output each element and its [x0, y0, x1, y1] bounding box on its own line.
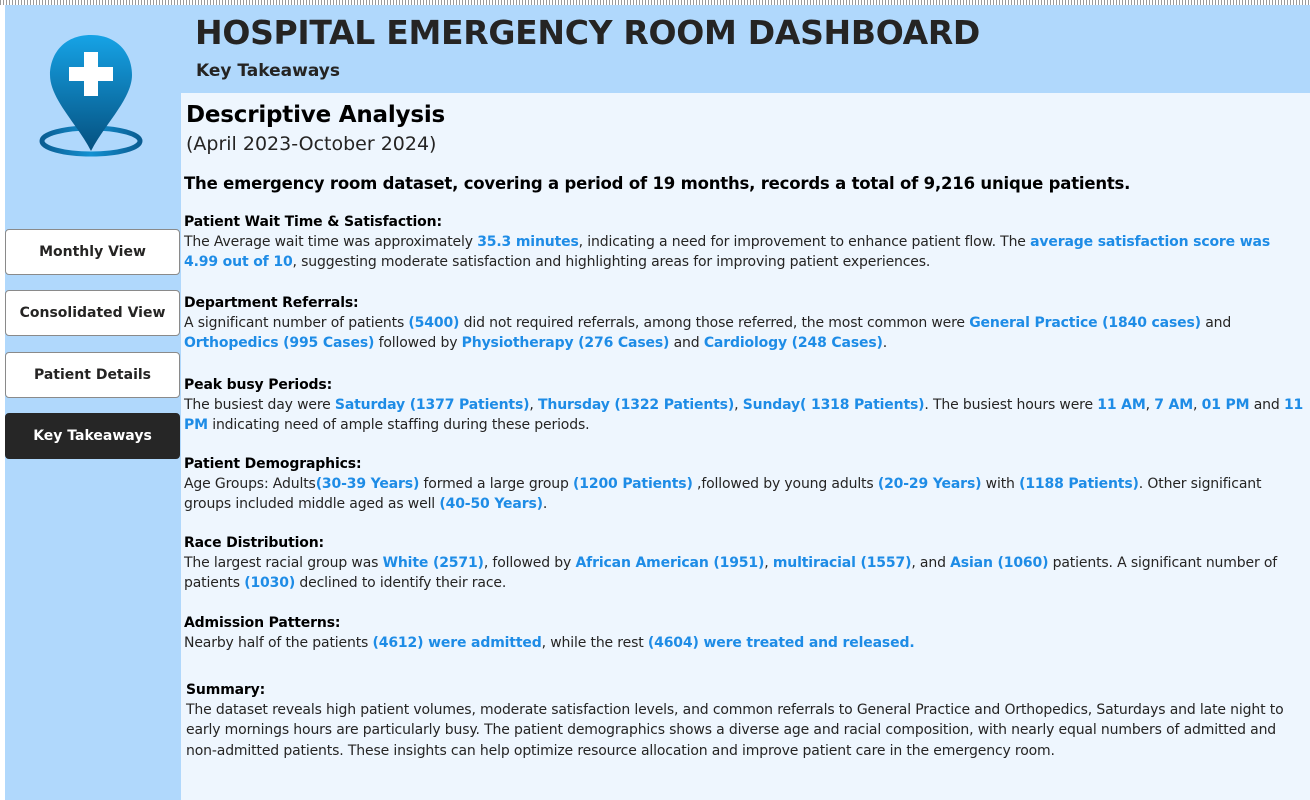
paragraph-text: ,followed by young adults [692, 476, 878, 492]
paragraph-text: . [882, 335, 888, 352]
highlighted-value: (30-39 Years) [315, 476, 420, 492]
page-subtitle: Key Takeaways [196, 61, 340, 81]
takeaway-paragraph: The Average wait time was approximately … [184, 232, 1304, 273]
takeaway-block: Peak busy Periods: The busiest day were S… [184, 375, 1304, 436]
highlighted-value: (4604) were treated and released. [647, 635, 915, 651]
takeaway-heading: Patient Wait Time & Satisfaction: [184, 214, 442, 230]
highlighted-value: (5400) [408, 315, 460, 331]
paragraph-text: , [1193, 397, 1202, 413]
nav-button-monthly-view[interactable]: Monthly View [5, 229, 180, 275]
paragraph-text: , [764, 555, 773, 571]
paragraph-text: indicating need of ample staffing during… [207, 417, 590, 434]
highlighted-value: (1200 Patients) [573, 476, 693, 492]
nav-button-patient-details[interactable]: Patient Details [5, 352, 180, 398]
paragraph-text: The Average wait time was approximately [184, 234, 478, 250]
nav-button-consolidated-view[interactable]: Consolidated View [5, 290, 180, 336]
takeaway-block: Race Distribution: The largest racial gro… [184, 533, 1304, 594]
highlighted-value: (1188 Patients) [1019, 476, 1139, 492]
highlighted-value: 7 AM [1154, 397, 1194, 413]
takeaway-paragraph: The busiest day were Saturday (1377 Pati… [184, 395, 1304, 436]
paragraph-text: A significant number of patients [184, 315, 409, 331]
paragraph-text: , [529, 397, 538, 413]
highlighted-value: 11 AM [1097, 397, 1146, 413]
paragraph-text: with [981, 476, 1020, 492]
highlighted-value: (4612) were admitted [372, 635, 542, 651]
nav-button-key-takeaways[interactable]: Key Takeaways [5, 413, 180, 459]
takeaway-block: Patient Wait Time & Satisfaction: The Ave… [184, 212, 1304, 273]
highlighted-value: (20-29 Years) [877, 476, 982, 492]
sidebar: Monthly View Consolidated View Patient Det… [5, 5, 181, 800]
paragraph-text: , followed by [483, 555, 576, 571]
paragraph-text: Age Groups: Adults [184, 476, 316, 492]
highlighted-value: Physiotherapy (276 Cases) [461, 335, 670, 352]
highlighted-value: Thursday (1322 Patients) [538, 397, 735, 413]
takeaway-paragraph: Age Groups: Adults(30-39 Years) formed a… [184, 474, 1304, 515]
highlighted-value: White (2571) [382, 555, 484, 571]
date-period: (April 2023-October 2024) [186, 133, 437, 155]
highlighted-value: Cardiology (248 Cases) [703, 335, 883, 352]
takeaway-block: Patient Demographics: Age Groups: Adults(… [184, 454, 1304, 515]
highlighted-value: Asian (1060) [950, 555, 1049, 571]
takeaway-heading: Department Referrals: [184, 295, 359, 311]
paragraph-text: , and [911, 555, 951, 571]
takeaway-paragraph: The largest racial group was White (2571… [184, 553, 1304, 594]
paragraph-text: , indicating a need for improvement to e… [578, 234, 1031, 250]
paragraph-text: , [1145, 397, 1155, 413]
paragraph-text: . The busiest hours were [924, 397, 1098, 413]
highlighted-value: Saturday (1377 Patients) [334, 397, 530, 413]
section-title: Descriptive Analysis [186, 102, 446, 128]
takeaway-paragraph: A significant number of patients (5400) … [184, 313, 1304, 354]
paragraph-text: , [734, 397, 743, 413]
intro-text: The emergency room dataset, covering a p… [184, 174, 1131, 193]
paragraph-text: Nearby half of the patients [184, 635, 373, 651]
highlighted-value: Sunday( 1318 Patients) [742, 397, 925, 413]
paragraph-text: and [1249, 397, 1284, 413]
highlighted-value: multiracial (1557) [772, 555, 912, 571]
highlighted-value: African American (1951) [575, 555, 765, 571]
content-panel: Descriptive Analysis (April 2023-October… [181, 93, 1310, 800]
takeaway-heading: Peak busy Periods: [184, 377, 333, 393]
highlighted-value: Orthopedics (995 Cases) [184, 335, 375, 352]
paragraph-text: , while the rest [541, 635, 648, 651]
takeaway-block: Summary: The dataset reveals high patient… [186, 680, 1306, 761]
paragraph-text: The dataset reveals high patient volumes… [186, 702, 1284, 759]
page-title: HOSPITAL EMERGENCY ROOM DASHBOARD [195, 13, 981, 52]
highlighted-value: (40-50 Years) [439, 496, 543, 513]
paragraph-text: The largest racial group was [184, 555, 383, 571]
highlighted-value: (1030) [244, 575, 296, 592]
highlighted-value: 35.3 minutes [477, 234, 579, 250]
paragraph-text: and [669, 335, 704, 352]
takeaway-block: Department Referrals: A significant numbe… [184, 293, 1304, 354]
takeaway-heading: Admission Patterns: [184, 615, 341, 631]
paragraph-text: formed a large group [419, 476, 574, 492]
paragraph-text: The busiest day were [184, 397, 335, 413]
paragraph-text: and [1200, 315, 1232, 331]
paragraph-text: . [542, 496, 548, 513]
paragraph-text: declined to identify their race. [295, 575, 507, 592]
paragraph-text: , suggesting moderate satisfaction and h… [292, 254, 931, 271]
paragraph-text: did not required referrals, among those … [459, 315, 970, 331]
highlighted-value: 01 PM [1201, 397, 1250, 413]
highlighted-value: General Practice (1840 cases) [969, 315, 1201, 331]
takeaway-heading: Patient Demographics: [184, 456, 362, 472]
takeaway-heading: Summary: [186, 682, 266, 698]
hospital-location-pin-icon [39, 35, 143, 157]
header: HOSPITAL EMERGENCY ROOM DASHBOARD Key Ta… [181, 5, 1310, 93]
paragraph-text: followed by [374, 335, 462, 352]
takeaway-block: Admission Patterns: Nearby half of the pa… [184, 613, 1304, 653]
takeaway-heading: Race Distribution: [184, 535, 325, 551]
takeaway-paragraph: Nearby half of the patients (4612) were … [184, 633, 1304, 653]
takeaway-paragraph: The dataset reveals high patient volumes… [186, 700, 1306, 761]
